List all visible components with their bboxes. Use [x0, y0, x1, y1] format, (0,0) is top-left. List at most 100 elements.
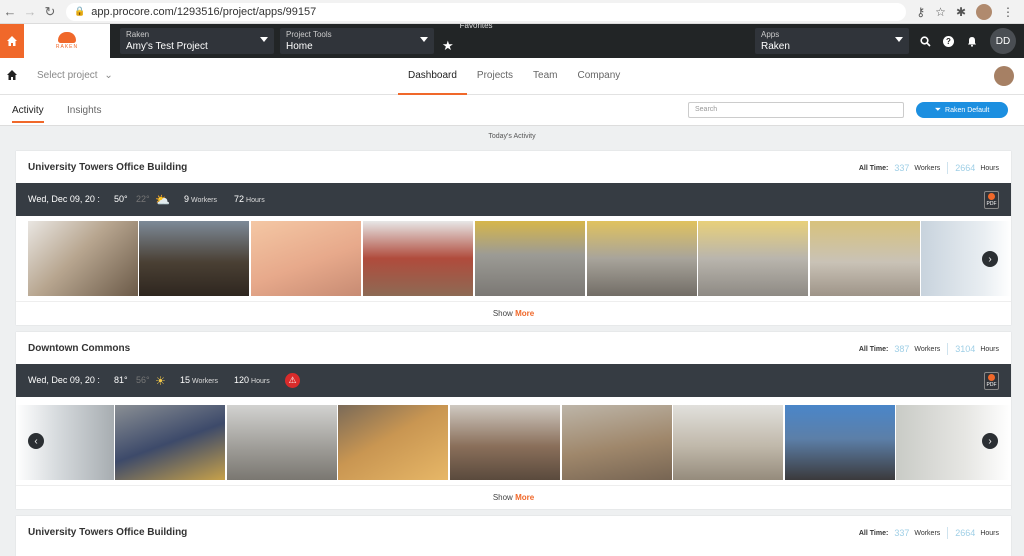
temp-high: 50° — [114, 194, 128, 204]
tab-projects[interactable]: Projects — [467, 58, 523, 95]
apps-dropdown-label: Apps — [761, 30, 780, 39]
all-time-workers: 337 — [894, 528, 910, 538]
site-photo[interactable] — [587, 221, 697, 296]
day-date: Wed, Dec 09, 20 : — [28, 375, 100, 385]
back-icon[interactable]: ← — [0, 2, 20, 22]
site-photo[interactable] — [810, 221, 920, 296]
site-photo[interactable] — [28, 221, 138, 296]
workers-label: Workers — [914, 529, 941, 537]
menu-kebab-icon[interactable]: ⋮ — [1002, 5, 1014, 19]
project-title[interactable]: Downtown Commons — [28, 343, 130, 354]
star-icon[interactable]: ★ — [442, 38, 454, 54]
site-photo[interactable] — [475, 221, 585, 296]
project-tools-label: Project Tools — [286, 30, 332, 39]
tab-company[interactable]: Company — [568, 58, 631, 95]
site-photo[interactable] — [338, 405, 448, 480]
hours-unit: Hours — [246, 197, 265, 204]
day-summary-row[interactable]: Wed, Dec 09, 20 : 81° 56° ☀ 15 Workers 12… — [16, 364, 1011, 397]
filter-icon: ⏷ — [934, 105, 942, 114]
project-title[interactable]: University Towers Office Building — [28, 162, 187, 173]
workers-unit: Workers — [191, 197, 217, 204]
site-photo[interactable] — [450, 405, 560, 480]
todays-activity-label: Today's Activity — [488, 133, 536, 140]
show-more-button[interactable]: Show More — [16, 485, 1011, 509]
forward-icon[interactable]: → — [20, 2, 40, 22]
logo-text: RAKEN — [55, 44, 79, 50]
day-date: Wed, Dec 09, 20 : — [28, 194, 100, 204]
divider — [947, 162, 949, 174]
workers-unit: Workers — [192, 378, 218, 385]
day-workers: 9 Workers — [184, 194, 217, 204]
user-avatar[interactable]: DD — [990, 28, 1016, 54]
hours-label: Hours — [980, 529, 999, 537]
lock-icon: 🔒 — [74, 6, 86, 16]
pdf-download-icon[interactable]: PDF — [984, 191, 999, 209]
site-photo[interactable] — [698, 221, 808, 296]
all-time-stats: All Time: 387 Workers 3104 Hours — [859, 343, 999, 355]
temp-high: 81° — [114, 375, 128, 385]
chevron-right-icon[interactable]: › — [982, 251, 998, 267]
site-photo[interactable] — [673, 405, 783, 480]
project-card: University Towers Office Building All Ti… — [16, 151, 1011, 325]
bell-icon[interactable] — [966, 35, 978, 47]
key-icon[interactable]: ⚷ — [916, 5, 925, 19]
divider — [947, 343, 949, 355]
search-icon[interactable] — [919, 35, 931, 47]
all-time-hours: 2664 — [955, 163, 976, 173]
reload-icon[interactable]: ↻ — [40, 2, 60, 22]
extensions-icon[interactable]: ✱ — [956, 5, 966, 19]
bookmark-star-icon[interactable]: ☆ — [935, 5, 946, 19]
filter-button[interactable]: ⏷ Raken Default — [916, 102, 1008, 118]
house-icon — [7, 36, 17, 46]
hours-label: Hours — [980, 345, 999, 353]
select-project-dropdown[interactable]: Select project ⌄ — [37, 70, 113, 81]
site-photo[interactable] — [562, 405, 672, 480]
url-text: app.procore.com/1293516/project/apps/991… — [91, 5, 317, 18]
profile-avatar[interactable] — [976, 3, 992, 20]
home-button[interactable] — [0, 24, 24, 58]
search-input[interactable]: Search — [688, 102, 904, 118]
day-hours: 72 Hours — [234, 194, 265, 204]
day-summary-row[interactable]: Wed, Dec 09, 20 : 50° 22° ⛅ 9 Workers 72 H… — [16, 183, 1011, 216]
warning-icon[interactable]: ⚠ — [285, 373, 300, 388]
all-time-workers: 387 — [894, 344, 910, 354]
home-icon[interactable] — [6, 69, 18, 84]
project-tools-value: Home — [286, 41, 313, 52]
favorites-label: Favorites — [459, 20, 493, 30]
workers-count: 15 — [180, 375, 191, 385]
project-card: Downtown Commons All Time: 387 Workers 3… — [16, 332, 1011, 509]
show-more-button[interactable]: Show More — [16, 301, 1011, 325]
help-icon[interactable]: ? — [943, 35, 954, 47]
tab-activity[interactable]: Activity — [12, 105, 44, 123]
photo-strip: › — [16, 221, 1011, 296]
tab-team[interactable]: Team — [523, 58, 567, 95]
site-photo[interactable] — [251, 221, 361, 296]
raken-logo: RAKEN — [24, 24, 110, 58]
project-tools-dropdown[interactable]: Project Tools Home — [280, 28, 434, 54]
favorites[interactable]: ★ Favorites — [442, 21, 493, 54]
chevron-left-icon[interactable]: ‹ — [28, 433, 44, 449]
temp-low: 56° — [136, 375, 150, 385]
tab-insights[interactable]: Insights — [67, 105, 101, 116]
show-label: Show — [492, 493, 513, 502]
show-label: Show — [492, 309, 513, 318]
tab-dashboard[interactable]: Dashboard — [398, 58, 467, 95]
select-project-label: Select project — [37, 70, 98, 81]
more-label: More — [515, 309, 535, 318]
site-photo[interactable] — [227, 405, 337, 480]
project-title[interactable]: University Towers Office Building — [28, 527, 187, 538]
site-photo[interactable] — [363, 221, 473, 296]
hours-label: Hours — [980, 164, 999, 172]
all-time-hours: 2664 — [955, 528, 976, 538]
site-photo[interactable] — [785, 405, 895, 480]
company-dropdown[interactable]: Raken Amy's Test Project — [120, 28, 274, 54]
more-label: More — [515, 493, 535, 502]
address-bar[interactable]: 🔒 app.procore.com/1293516/project/apps/9… — [66, 2, 906, 21]
user-photo-avatar[interactable] — [994, 66, 1014, 86]
site-photo[interactable] — [115, 405, 225, 480]
chevron-right-icon[interactable]: › — [982, 433, 998, 449]
site-photo[interactable] — [139, 221, 249, 296]
chevron-down-icon: ⌄ — [104, 70, 113, 81]
apps-dropdown[interactable]: Apps Raken — [755, 28, 909, 54]
pdf-download-icon[interactable]: PDF — [984, 372, 999, 390]
